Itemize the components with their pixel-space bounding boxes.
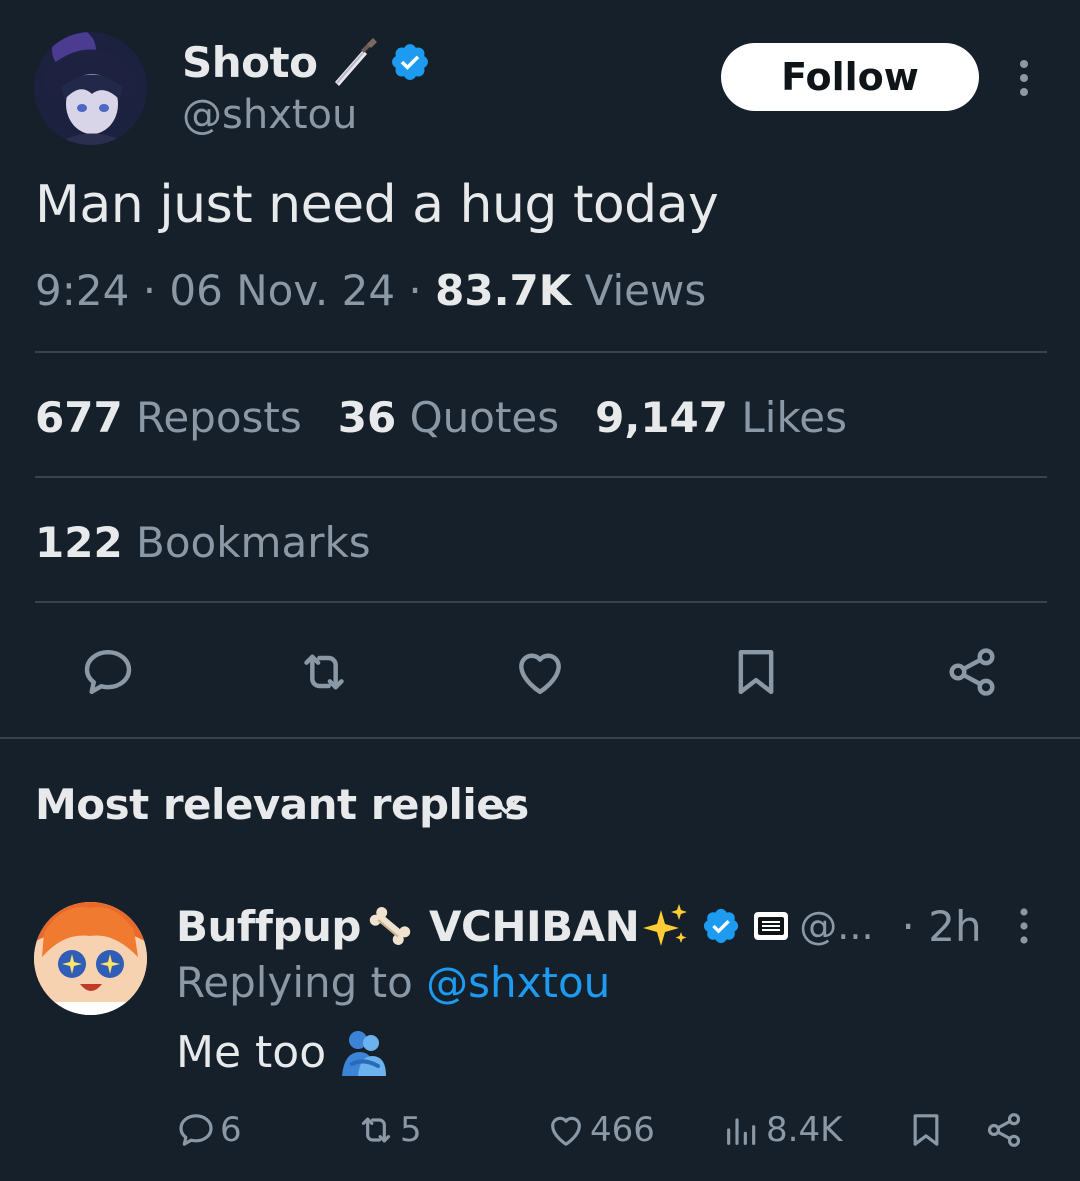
tweet-meta: 9:24 · 06 Nov. 24 · 83.7K Views bbox=[35, 266, 706, 315]
reply-reposts-count: 5 bbox=[400, 1110, 422, 1150]
tweet-date[interactable]: 06 Nov. 24 bbox=[169, 266, 395, 315]
author-name[interactable]: Shoto bbox=[182, 38, 318, 87]
bookmarks-stat: 122 Bookmarks bbox=[35, 518, 371, 567]
replying-to-handle[interactable]: @shxtou bbox=[426, 958, 610, 1007]
likes-count: 9,147 bbox=[595, 393, 729, 442]
reply-author-name-part2[interactable]: VCHIBAN bbox=[429, 902, 640, 951]
tweet-detail-page: Shoto @shxtou Follow Man just need a hug… bbox=[0, 0, 1080, 1181]
reply-author-handle[interactable]: @... bbox=[799, 904, 873, 948]
repost-icon[interactable] bbox=[296, 644, 352, 700]
chevron-down-icon[interactable] bbox=[488, 792, 524, 822]
share-icon[interactable] bbox=[944, 644, 1000, 700]
bookmarks-label: Bookmarks bbox=[136, 518, 371, 567]
repost-icon bbox=[361, 1117, 391, 1143]
verified-badge-icon bbox=[392, 44, 429, 80]
more-options-icon[interactable] bbox=[1010, 58, 1038, 98]
replying-to-label: Replying to bbox=[176, 958, 413, 1007]
reply-icon[interactable] bbox=[80, 644, 136, 700]
reposts-label: Reposts bbox=[136, 393, 302, 442]
reply-replies-count: 6 bbox=[220, 1110, 242, 1150]
divider bbox=[35, 351, 1047, 353]
tweet-text: Man just need a hug today bbox=[35, 175, 719, 235]
quotes-label: Quotes bbox=[409, 393, 560, 442]
reply-author-avatar[interactable] bbox=[34, 902, 147, 1015]
reply-more-options-icon[interactable] bbox=[1012, 906, 1036, 946]
replying-to: Replying to @shxtou bbox=[176, 958, 610, 1007]
views-chart-icon bbox=[727, 1118, 756, 1145]
quotes-count: 36 bbox=[337, 393, 397, 442]
bookmarks-count: 122 bbox=[35, 518, 123, 567]
tweet-header: Shoto @shxtou Follow bbox=[0, 0, 1080, 160]
reply-reply-action[interactable]: 6 bbox=[176, 1108, 242, 1152]
views-count: 83.7K bbox=[435, 266, 572, 315]
reply-text-content: Me too bbox=[176, 1026, 327, 1078]
reply-text: Me too bbox=[176, 1026, 390, 1078]
divider bbox=[35, 601, 1047, 603]
section-divider bbox=[0, 737, 1080, 739]
people-hugging-emoji-icon bbox=[342, 1031, 387, 1076]
bookmark-icon[interactable] bbox=[728, 644, 784, 700]
engagement-stats: 677 Reposts 36 Quotes 9,147 Likes bbox=[35, 393, 847, 442]
meta-separator: · bbox=[142, 266, 157, 315]
author-name-row: Shoto bbox=[182, 36, 431, 88]
reply-header: Buffpup VCHIBAN @... · 2h bbox=[176, 896, 982, 956]
affiliate-badge-icon bbox=[754, 912, 789, 940]
views-label: Views bbox=[584, 266, 707, 315]
reply-time[interactable]: · 2h bbox=[902, 902, 982, 951]
reply-share-action[interactable] bbox=[984, 1108, 1028, 1152]
reply-views-action[interactable]: 8.4K bbox=[722, 1108, 842, 1152]
reply-views-count: 8.4K bbox=[766, 1110, 843, 1150]
likes-label: Likes bbox=[741, 393, 847, 442]
reply-bookmark-action[interactable] bbox=[906, 1108, 950, 1152]
like-icon bbox=[551, 1116, 581, 1146]
reposts-count: 677 bbox=[35, 393, 123, 442]
replies-sort-label[interactable]: Most relevant replies bbox=[35, 780, 529, 829]
divider bbox=[35, 476, 1047, 478]
tweet-time[interactable]: 9:24 bbox=[35, 266, 129, 315]
verified-badge-icon bbox=[704, 908, 739, 944]
author-handle[interactable]: @shxtou bbox=[182, 92, 357, 138]
sparkles-emoji-icon bbox=[643, 904, 688, 946]
dagger-emoji-icon bbox=[335, 38, 378, 86]
meta-separator: · bbox=[408, 266, 422, 315]
bone-emoji-icon bbox=[369, 907, 411, 945]
bookmark-icon bbox=[913, 1114, 939, 1146]
reply-author-name-part1[interactable]: Buffpup bbox=[176, 902, 362, 951]
follow-button[interactable]: Follow bbox=[721, 43, 979, 111]
likes-stat[interactable]: 9,147 Likes bbox=[595, 393, 847, 442]
reply-likes-count: 466 bbox=[590, 1110, 655, 1150]
reply-like-action[interactable]: 466 bbox=[546, 1108, 655, 1152]
author-avatar[interactable] bbox=[34, 32, 147, 145]
reply-icon bbox=[179, 1114, 213, 1146]
quotes-stat[interactable]: 36 Quotes bbox=[338, 393, 559, 442]
reposts-stat[interactable]: 677 Reposts bbox=[35, 393, 302, 442]
reply-repost-action[interactable]: 5 bbox=[356, 1108, 422, 1152]
like-icon[interactable] bbox=[512, 644, 568, 700]
share-icon bbox=[987, 1113, 1021, 1147]
